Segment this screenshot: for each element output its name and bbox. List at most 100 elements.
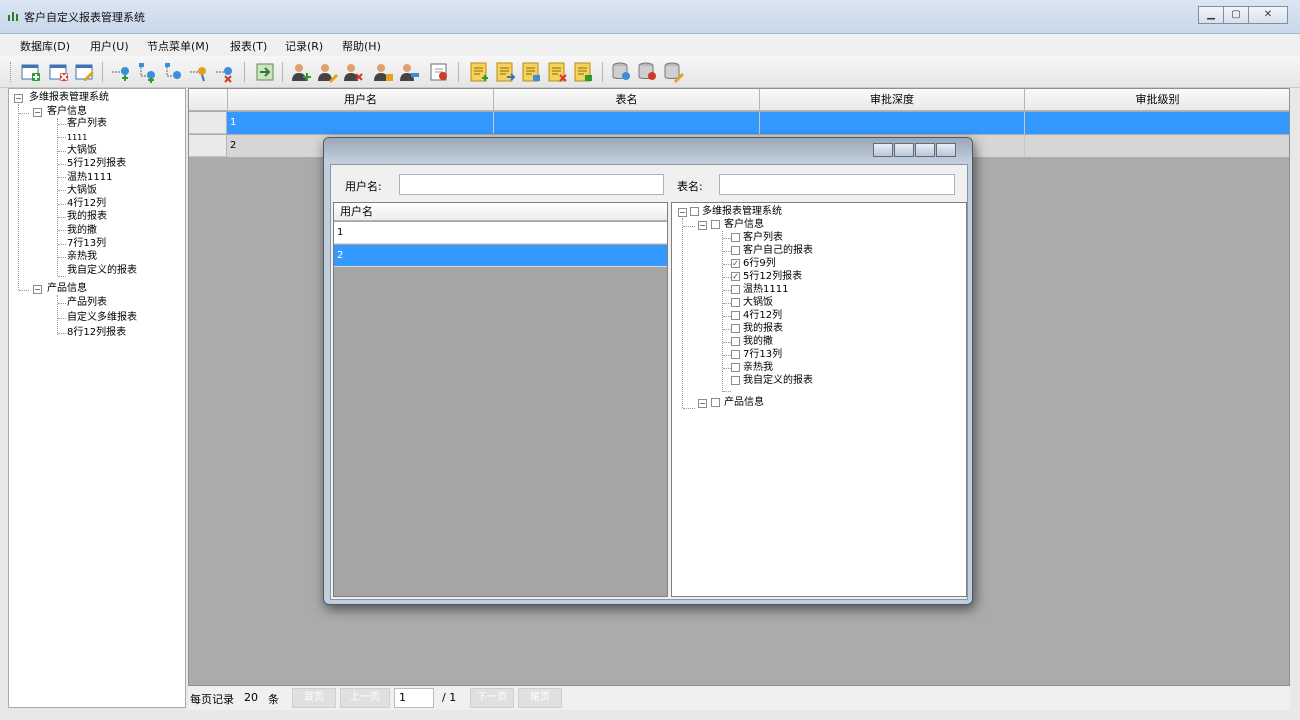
list-item[interactable]: 2 (334, 245, 667, 267)
tree-item[interactable]: 4行12列 (743, 310, 782, 322)
tree-item[interactable]: 温热1111 (743, 284, 788, 296)
tree-item[interactable]: 5行12列报表 (743, 271, 802, 283)
tree-group-product[interactable]: 产品信息 (47, 283, 87, 295)
collapse-icon[interactable]: − (33, 285, 42, 294)
database-edit-icon[interactable] (662, 61, 684, 83)
user-list-header[interactable]: 用户名 (334, 203, 667, 221)
tree-item[interactable]: 我自定义的报表 (743, 375, 813, 387)
tree-checkbox[interactable] (731, 311, 740, 320)
tree-checkbox[interactable] (731, 233, 740, 242)
collapse-icon[interactable]: − (33, 108, 42, 117)
tree-checkbox[interactable] (731, 298, 740, 307)
navigation-tree[interactable]: − 多维报表管理系统 − 客户信息 客户列表 1111 大锅饭 5行12列报表 … (8, 88, 186, 708)
collapse-icon[interactable]: − (14, 94, 23, 103)
add-child-node-icon[interactable] (136, 61, 158, 83)
database-delete-icon[interactable] (636, 61, 658, 83)
row-header[interactable] (189, 135, 227, 157)
dialog-title-bar[interactable] (324, 138, 972, 164)
menu-database[interactable]: 数据库(D) (20, 38, 70, 54)
column-header[interactable]: 表名 (494, 89, 760, 111)
tree-item[interactable]: 4行12列 (67, 198, 106, 210)
toolbar-grip[interactable] (10, 62, 12, 82)
column-header[interactable]: 审批深度 (760, 89, 1025, 111)
menu-user[interactable]: 用户(U) (90, 38, 129, 54)
grid-cell[interactable] (1025, 135, 1289, 157)
database-connect-icon[interactable] (610, 61, 632, 83)
table-row[interactable]: 1 (189, 112, 1289, 134)
tree-item[interactable]: 温热1111 (67, 172, 112, 184)
row-header[interactable] (189, 112, 227, 134)
tree-checkbox[interactable] (711, 398, 720, 407)
menu-help[interactable]: 帮助(H) (342, 38, 381, 54)
tree-item[interactable]: 客户列表 (743, 232, 783, 244)
tree-item[interactable]: 我的报表 (67, 211, 107, 223)
user-list[interactable]: 用户名 1 2 (333, 202, 668, 597)
dialog-minimize-button[interactable] (873, 143, 893, 157)
tree-checkbox[interactable] (731, 337, 740, 346)
menu-report[interactable]: 报表(T) (230, 38, 267, 54)
dialog-restore-button[interactable] (894, 143, 914, 157)
edit-node-icon[interactable] (188, 61, 210, 83)
prev-page-button[interactable]: 上一页 (340, 688, 390, 708)
tree-item[interactable]: 7行13列 (743, 349, 782, 361)
edit-user-icon[interactable] (316, 61, 338, 83)
tree-group-product[interactable]: 产品信息 (724, 397, 764, 409)
collapse-icon[interactable]: − (678, 208, 687, 217)
tree-item[interactable]: 5行12列报表 (67, 158, 126, 170)
grid-cell[interactable] (494, 112, 760, 134)
tree-group-customer[interactable]: 客户信息 (47, 106, 87, 118)
tree-item[interactable]: 产品列表 (67, 297, 107, 309)
dialog-maximize-button[interactable] (915, 143, 935, 157)
edit-record-icon[interactable] (74, 61, 96, 83)
column-header[interactable]: 审批级别 (1025, 89, 1289, 111)
tree-item[interactable]: 大锅饭 (67, 185, 97, 197)
tree-item[interactable]: 大锅饭 (743, 297, 773, 309)
dialog-close-button[interactable] (936, 143, 956, 157)
report-new-icon[interactable] (468, 61, 490, 83)
table-name-input[interactable] (719, 174, 955, 195)
export-pdf-icon[interactable] (428, 61, 450, 83)
tree-checkbox[interactable] (731, 363, 740, 372)
tree-item[interactable]: 8行12列报表 (67, 327, 126, 339)
user-permission-icon[interactable] (372, 61, 394, 83)
next-page-button[interactable]: 下一页 (470, 688, 514, 708)
list-item[interactable]: 1 (334, 222, 667, 244)
grid-cell[interactable] (1025, 112, 1289, 134)
collapse-icon[interactable]: − (698, 221, 707, 230)
report-permission-tree[interactable]: − 多维报表管理系统 − 客户信息 客户列表 客户自己的报表 ✓ 6行9列 ✓ … (671, 202, 967, 597)
last-page-button[interactable]: 尾页 (518, 688, 562, 708)
tree-checkbox[interactable] (711, 220, 720, 229)
report-export-icon[interactable] (572, 61, 594, 83)
tree-root[interactable]: 多维报表管理系统 (29, 92, 109, 104)
tree-item[interactable]: 客户列表 (67, 118, 107, 130)
report-open-icon[interactable] (494, 61, 516, 83)
tree-item[interactable]: 7行13列 (67, 238, 106, 250)
add-record-icon[interactable] (20, 61, 42, 83)
delete-user-icon[interactable] (342, 61, 364, 83)
tree-item[interactable]: 我的报表 (743, 323, 783, 335)
tree-checkbox[interactable] (690, 207, 699, 216)
report-edit-icon[interactable] (520, 61, 542, 83)
tree-item[interactable]: 大锅饭 (67, 145, 97, 157)
tree-item[interactable]: 6行9列 (743, 258, 776, 270)
grid-corner[interactable] (189, 89, 228, 111)
tree-checkbox-checked[interactable]: ✓ (731, 259, 740, 268)
tree-checkbox[interactable] (731, 324, 740, 333)
tree-checkbox-checked[interactable]: ✓ (731, 272, 740, 281)
first-page-button[interactable]: 首页 (292, 688, 336, 708)
user-group-icon[interactable] (398, 61, 420, 83)
tree-item[interactable]: 客户自己的报表 (743, 245, 813, 257)
menu-record[interactable]: 记录(R) (285, 38, 323, 54)
move-node-icon[interactable] (162, 61, 184, 83)
tree-item[interactable]: 1111 (67, 132, 87, 144)
grid-cell[interactable] (760, 112, 1025, 134)
maximize-button[interactable]: ▢ (1223, 6, 1249, 24)
delete-node-icon[interactable] (214, 61, 236, 83)
add-node-icon[interactable] (110, 61, 132, 83)
tree-group-customer[interactable]: 客户信息 (724, 219, 764, 231)
tree-checkbox[interactable] (731, 376, 740, 385)
user-name-input[interactable] (399, 174, 664, 195)
tree-checkbox[interactable] (731, 350, 740, 359)
close-button[interactable]: ✕ (1248, 6, 1288, 24)
tree-item[interactable]: 我自定义的报表 (67, 265, 137, 277)
